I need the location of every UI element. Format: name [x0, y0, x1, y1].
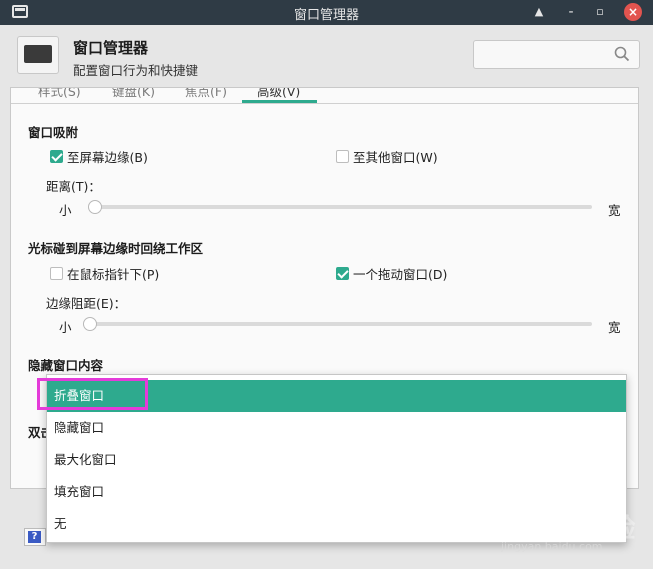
- wrap-under-pointer-label: 在鼠标指针下(P): [67, 267, 160, 282]
- checkbox-box: [50, 150, 63, 163]
- header-title: 窗口管理器: [73, 39, 149, 57]
- distance-slider[interactable]: [88, 200, 592, 214]
- checkbox-box: [336, 150, 349, 163]
- resistance-max-label: 宽: [608, 320, 621, 335]
- settings-header: 窗口管理器 配置窗口行为和快捷键: [0, 25, 653, 87]
- distance-max-label: 宽: [608, 203, 621, 218]
- snap-to-screen-edge-label: 至屏幕边缘(B): [67, 150, 148, 165]
- tab-style[interactable]: 样式(S): [38, 88, 81, 100]
- minimize-button[interactable]: -: [562, 3, 580, 21]
- annotation-highlight: [37, 378, 148, 410]
- window-manager-icon: [17, 36, 59, 74]
- wrap-dragging-window-checkbox[interactable]: 一个拖动窗口(D): [336, 264, 447, 283]
- slider-track: [88, 205, 592, 209]
- edge-resistance-slider[interactable]: [83, 317, 592, 331]
- snap-to-other-windows-label: 至其他窗口(W): [353, 150, 438, 165]
- checkbox-box: [50, 267, 63, 280]
- close-button[interactable]: ×: [624, 3, 642, 21]
- header-subtitle: 配置窗口行为和快捷键: [73, 63, 199, 78]
- snap-section-title: 窗口吸附: [28, 125, 79, 140]
- tab-bar: 样式(S) 键盘(K) 焦点(F) 高级(V): [11, 88, 638, 104]
- wrap-dragging-window-label: 一个拖动窗口(D): [353, 267, 448, 282]
- wrap-under-pointer-checkbox[interactable]: 在鼠标指针下(P): [50, 264, 159, 283]
- tab-advanced[interactable]: 高级(V): [257, 88, 300, 100]
- resistance-min-label: 小: [59, 320, 72, 335]
- tab-focus[interactable]: 焦点(F): [185, 88, 227, 100]
- hide-content-section-title: 隐藏窗口内容: [28, 358, 104, 373]
- snap-to-screen-edge-checkbox[interactable]: 至屏幕边缘(B): [50, 147, 148, 166]
- distance-label: 距离(T)：: [46, 179, 101, 194]
- dropdown-option-fill[interactable]: 填充窗口: [47, 476, 626, 508]
- active-tab-indicator: [242, 100, 317, 103]
- edge-resistance-label: 边缘阻距(E)：: [46, 296, 127, 311]
- dropdown-option-hide[interactable]: 隐藏窗口: [47, 412, 626, 444]
- tab-keyboard[interactable]: 键盘(K): [112, 88, 155, 100]
- slider-knob[interactable]: [88, 200, 102, 214]
- shade-button[interactable]: ▲: [530, 3, 548, 21]
- dropdown-option-maximize[interactable]: 最大化窗口: [47, 444, 626, 476]
- watermark-url: jingyan.baidu.com: [501, 540, 603, 553]
- slider-track: [83, 322, 592, 326]
- window-title: 窗口管理器: [293, 8, 359, 23]
- window-titlebar[interactable]: 窗口管理器 ▲ - ▫ ×: [0, 0, 653, 25]
- maximize-button[interactable]: ▫: [591, 3, 609, 21]
- search-icon: [614, 46, 630, 62]
- distance-min-label: 小: [59, 203, 72, 218]
- wrap-section-title: 光标碰到屏幕边缘时回绕工作区: [28, 241, 204, 256]
- snap-to-other-windows-checkbox[interactable]: 至其他窗口(W): [336, 147, 438, 166]
- help-icon: ?: [28, 531, 41, 543]
- help-button[interactable]: ?: [24, 528, 46, 546]
- checkbox-box: [336, 267, 349, 280]
- search-input[interactable]: [473, 40, 640, 69]
- slider-knob[interactable]: [83, 317, 97, 331]
